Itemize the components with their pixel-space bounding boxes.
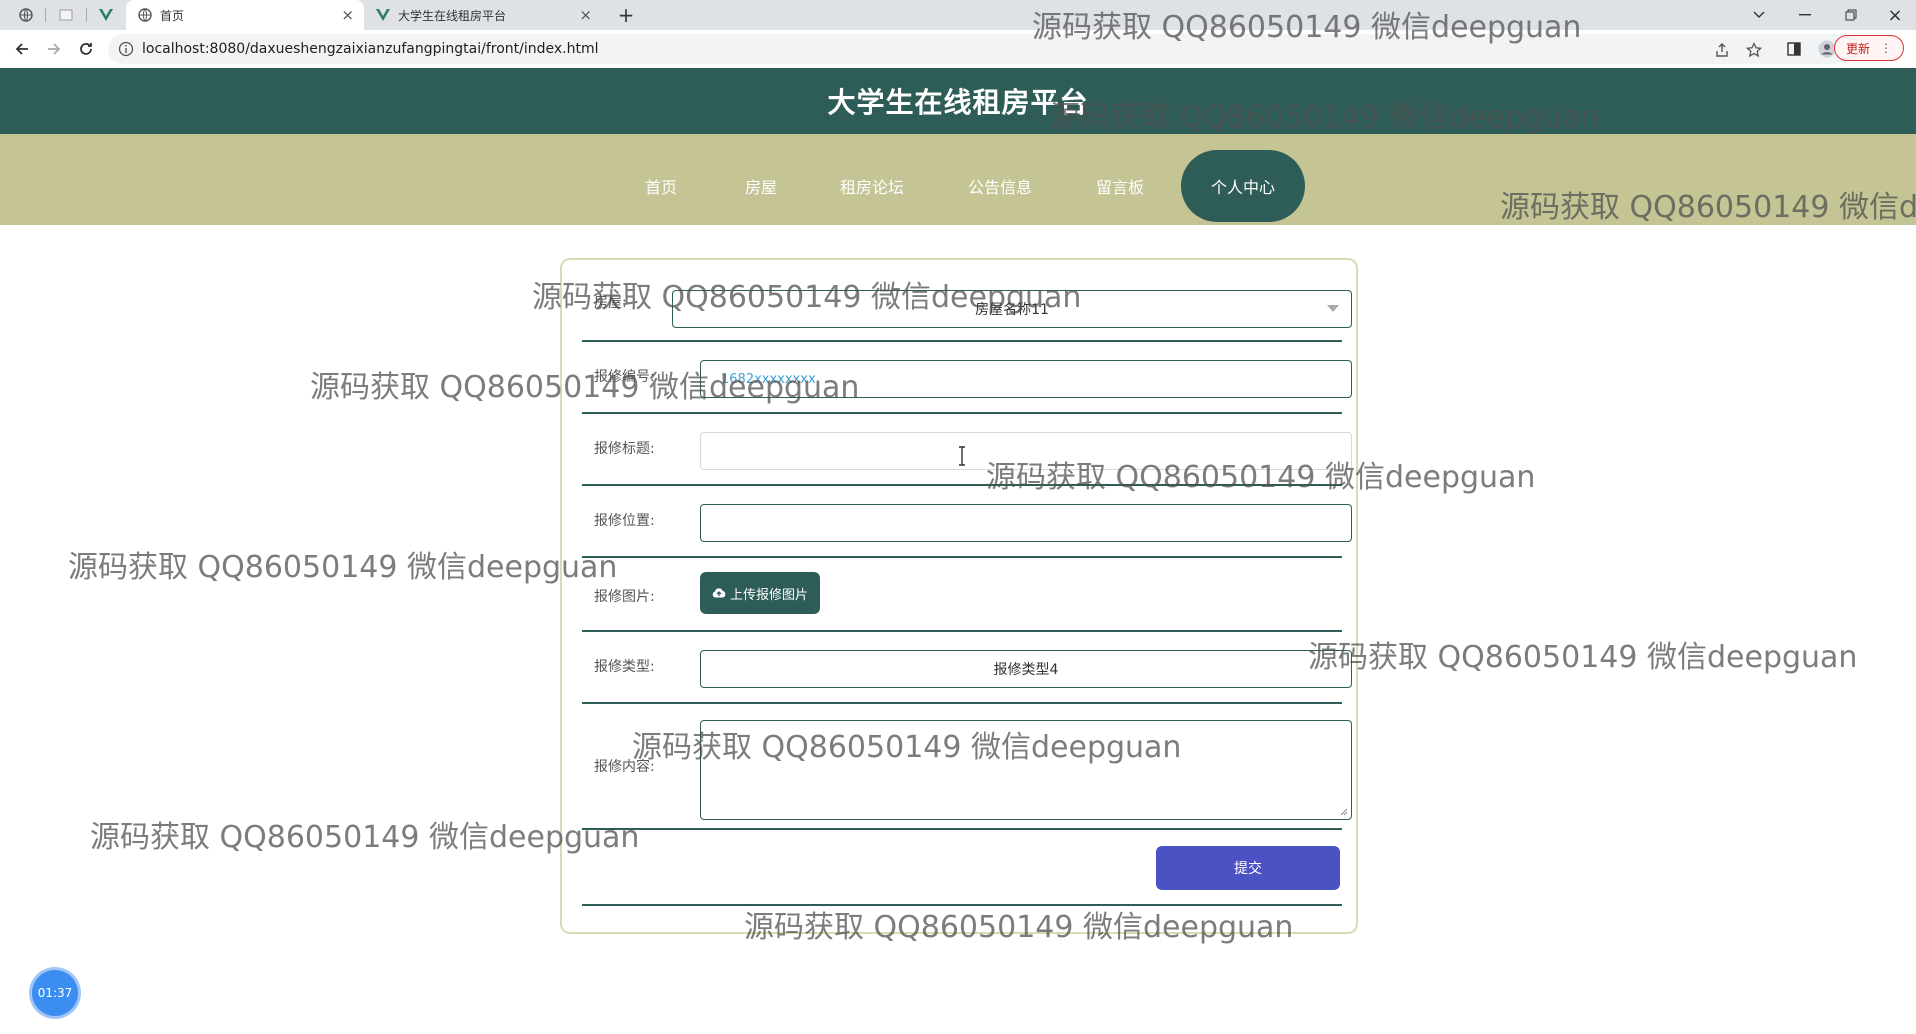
- repair-form: 房屋: 房屋名称11 报修编号: 1682xxxxxxxx 报修标题: 报修位置…: [560, 258, 1358, 934]
- main-nav: 首页 房屋 租房论坛 公告信息 留言板 个人中心: [0, 134, 1916, 225]
- cloud-upload-icon: [712, 588, 726, 598]
- repair-title-input[interactable]: [700, 432, 1352, 470]
- close-icon[interactable]: ×: [341, 6, 354, 24]
- update-label: 更新: [1845, 41, 1870, 56]
- watermark: 源码获取 QQ86050149 微信deepguan: [68, 550, 618, 585]
- house-label: 房屋:: [594, 295, 627, 311]
- repair-content-label: 报修内容:: [594, 759, 655, 775]
- vue-logo-icon: [99, 9, 113, 21]
- repair-type-label: 报修类型:: [594, 659, 655, 675]
- site-title: 大学生在线租房平台: [827, 86, 1089, 119]
- site-header: 大学生在线租房平台: [0, 68, 1916, 134]
- nav-item-message-board[interactable]: 留言板: [1088, 150, 1152, 222]
- upload-image-button[interactable]: 上传报修图片: [700, 572, 820, 614]
- repair-type-select[interactable]: 报修类型4: [700, 650, 1352, 688]
- repair-content-textarea[interactable]: [700, 720, 1352, 820]
- share-icon[interactable]: [1713, 41, 1731, 59]
- back-icon[interactable]: [10, 37, 34, 61]
- tab-pinned-1[interactable]: [12, 4, 40, 26]
- sidebar-icon[interactable]: [1782, 37, 1806, 61]
- forward-icon[interactable]: [42, 37, 66, 61]
- form-row-repair-content: 报修内容:: [582, 702, 1352, 830]
- repair-no-input[interactable]: 1682xxxxxxxx: [700, 360, 1352, 398]
- watermark: 源码获取 QQ86050149 微信deepguan: [1308, 640, 1858, 675]
- repair-title-label: 报修标题:: [594, 441, 655, 457]
- form-row-repair-no: 报修编号: 1682xxxxxxxx: [582, 340, 1352, 414]
- repair-type-value: 报修类型4: [993, 662, 1059, 678]
- watermark: 源码获取 QQ86050149 微信deepguan: [90, 820, 640, 855]
- tab-pinned-3[interactable]: [92, 4, 120, 26]
- repair-location-label: 报修位置:: [594, 513, 655, 529]
- resize-handle-icon[interactable]: [1338, 806, 1348, 816]
- form-row-submit: 提交: [582, 828, 1342, 906]
- house-select-value: 房屋名称11: [975, 302, 1049, 318]
- url-field[interactable]: localhost:8080/daxueshengzaixianzufangpi…: [108, 34, 1848, 64]
- nav-item-forum[interactable]: 租房论坛: [830, 150, 914, 222]
- tab-home[interactable]: 首页 ×: [126, 0, 364, 30]
- tab-title: 首页: [160, 8, 185, 23]
- house-select[interactable]: 房屋名称11: [672, 290, 1352, 328]
- repair-no-placeholder: 1682xxxxxxxx: [721, 371, 816, 387]
- browser-tabbar: 首页 × 大学生在线租房平台 × + ×: [0, 0, 1916, 30]
- tab-pinned-2[interactable]: [52, 4, 80, 26]
- repair-no-label: 报修编号:: [594, 369, 655, 385]
- chevron-down-icon: [1327, 305, 1339, 312]
- nav-item-house[interactable]: 房屋: [734, 150, 788, 222]
- form-row-repair-image: 报修图片: 上传报修图片: [582, 556, 1342, 632]
- tab-platform[interactable]: 大学生在线租房平台 ×: [364, 0, 602, 30]
- new-tab-button[interactable]: +: [612, 3, 640, 27]
- update-button[interactable]: 更新 ⋮: [1834, 35, 1904, 61]
- recording-timer[interactable]: 01:37: [32, 970, 78, 1016]
- form-row-repair-location: 报修位置:: [582, 484, 1352, 558]
- nav-item-personal-center[interactable]: 个人中心: [1181, 150, 1305, 222]
- vue-logo-icon: [376, 9, 390, 21]
- url-text: localhost:8080/daxueshengzaixianzufangpi…: [142, 41, 599, 57]
- minimize-icon[interactable]: [1782, 0, 1828, 30]
- close-icon[interactable]: ×: [579, 6, 592, 24]
- globe-icon: [19, 8, 33, 22]
- submit-button[interactable]: 提交: [1156, 846, 1340, 890]
- repair-location-input[interactable]: [700, 504, 1352, 542]
- blank-page-icon: [59, 9, 73, 21]
- tab-search-icon[interactable]: [1736, 0, 1782, 30]
- text-cursor-icon: [957, 446, 967, 471]
- address-bar-row: localhost:8080/daxueshengzaixianzufangpi…: [0, 30, 1916, 69]
- info-icon[interactable]: [118, 41, 134, 57]
- restore-icon[interactable]: [1828, 0, 1874, 30]
- reload-icon[interactable]: [74, 37, 98, 61]
- globe-icon: [138, 8, 152, 22]
- tab-title: 大学生在线租房平台: [398, 8, 507, 23]
- form-row-house: 房屋: 房屋名称11: [582, 260, 1352, 342]
- close-window-icon[interactable]: ×: [1872, 0, 1916, 30]
- nav-item-notice[interactable]: 公告信息: [958, 150, 1042, 222]
- repair-image-label: 报修图片:: [594, 589, 655, 605]
- form-row-repair-type: 报修类型: 报修类型4: [582, 630, 1352, 704]
- nav-item-home[interactable]: 首页: [634, 150, 688, 222]
- bookmark-star-icon[interactable]: [1745, 41, 1763, 59]
